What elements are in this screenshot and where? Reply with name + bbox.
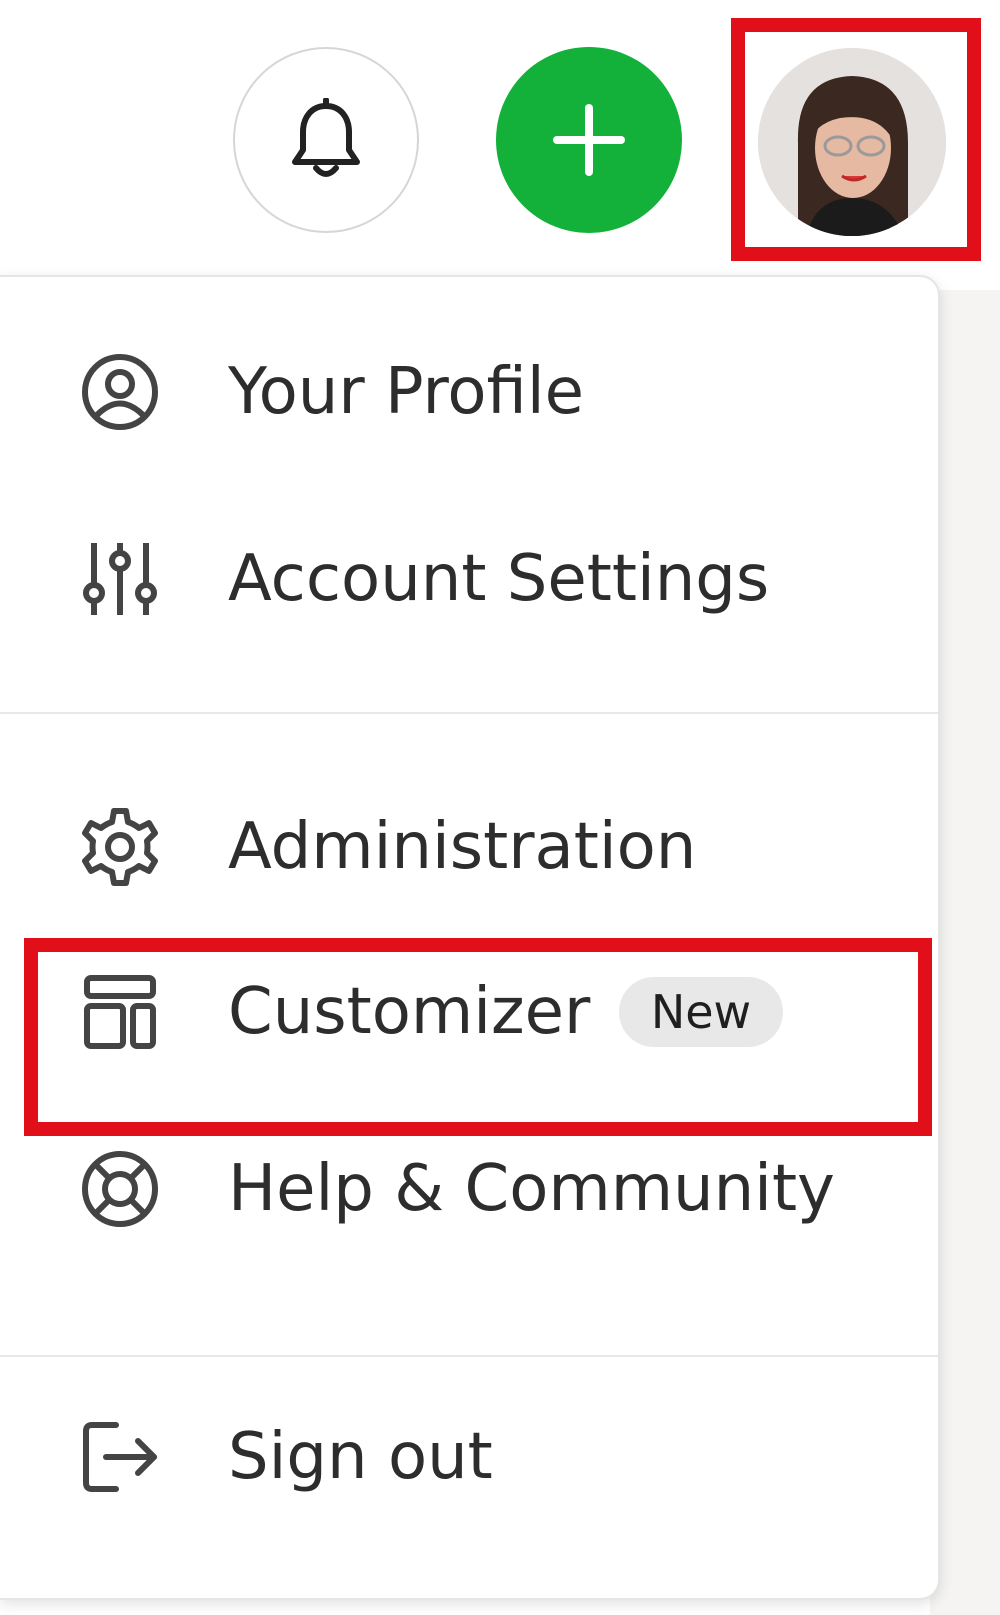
menu-item-your-profile[interactable]: Your Profile	[0, 327, 940, 457]
gear-icon	[78, 805, 162, 889]
create-button[interactable]	[496, 47, 682, 233]
notifications-button[interactable]	[233, 47, 419, 233]
lifebuoy-icon	[78, 1147, 162, 1231]
menu-item-label: Help & Community	[228, 1152, 835, 1226]
menu-item-label: Sign out	[228, 1420, 493, 1494]
plus-icon	[553, 104, 625, 176]
user-avatar	[758, 48, 946, 236]
sign-out-icon	[78, 1415, 162, 1499]
menu-item-customizer[interactable]: Customizer New	[0, 947, 940, 1077]
user-circle-icon	[78, 350, 162, 434]
menu-item-label: Customizer	[228, 975, 591, 1049]
menu-item-label: Account Settings	[228, 542, 770, 616]
avatar-button[interactable]	[758, 48, 946, 236]
menu-item-help-community[interactable]: Help & Community	[0, 1124, 940, 1254]
menu-divider	[0, 1355, 938, 1357]
menu-divider	[0, 712, 938, 714]
bell-icon	[289, 98, 363, 182]
new-badge: New	[619, 977, 783, 1047]
menu-item-account-settings[interactable]: Account Settings	[0, 514, 940, 644]
menu-item-label: Administration	[228, 810, 697, 884]
menu-item-label: Your Profile	[228, 355, 584, 429]
user-dropdown-menu: Your Profile Account Settings Administra…	[0, 275, 940, 1600]
sliders-icon	[78, 537, 162, 621]
layout-icon	[78, 970, 162, 1054]
page-background	[930, 290, 1000, 1615]
menu-item-administration[interactable]: Administration	[0, 782, 940, 912]
menu-item-sign-out[interactable]: Sign out	[0, 1392, 940, 1522]
